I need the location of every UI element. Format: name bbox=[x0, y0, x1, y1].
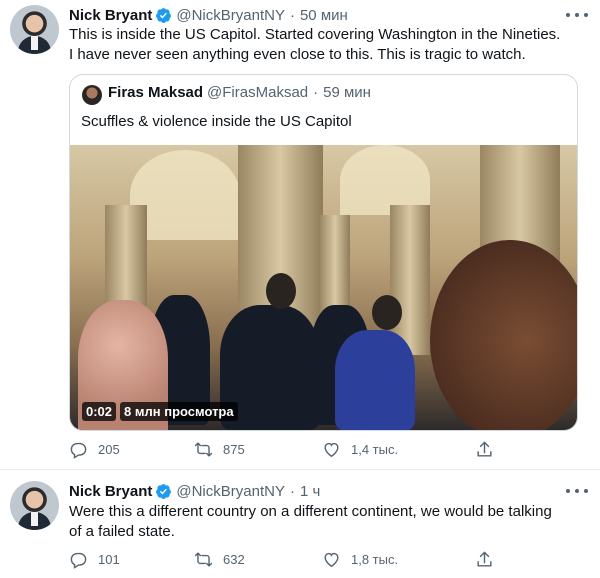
more-options-icon[interactable] bbox=[566, 10, 588, 20]
like-count: 1,8 тыс. bbox=[351, 552, 399, 567]
author-handle[interactable]: @NickBryantNY bbox=[176, 483, 285, 500]
quoted-author-avatar bbox=[82, 85, 102, 105]
like-count: 1,4 тыс. bbox=[351, 442, 399, 457]
tweet-text-line: This is inside the US Capitol. Started c… bbox=[69, 26, 561, 43]
author-name[interactable]: Nick Bryant bbox=[69, 7, 152, 24]
officer-head bbox=[372, 295, 402, 330]
reply-icon bbox=[70, 552, 87, 569]
tweet-header: Nick Bryant @NickBryantNY · 1 ч bbox=[69, 480, 320, 502]
retweet-count: 875 bbox=[223, 442, 245, 457]
reply-button[interactable]: 101 bbox=[69, 550, 120, 569]
author-avatar[interactable] bbox=[10, 481, 59, 530]
verified-badge-icon bbox=[156, 7, 172, 23]
separator-dot: · bbox=[289, 6, 295, 24]
tweet-actions: 101 632 1,8 тыс. bbox=[69, 550, 499, 570]
author-handle[interactable]: @NickBryantNY bbox=[176, 7, 285, 24]
tweet[interactable]: Nick Bryant @NickBryantNY · 1 ч Were thi… bbox=[0, 470, 600, 578]
share-icon bbox=[477, 441, 492, 457]
share-icon bbox=[477, 551, 492, 567]
blurred-foreground-person bbox=[430, 240, 577, 430]
quoted-author-handle: @FirasMaksad bbox=[207, 84, 309, 101]
separator-dot: · bbox=[289, 482, 295, 500]
video-views: 8 млн просмотра bbox=[120, 402, 238, 421]
tweet-text-line: I have never seen anything even close to… bbox=[69, 45, 526, 63]
quoted-tweet-header: Firas Maksad @FirasMaksad · 59 мин bbox=[108, 84, 371, 101]
reply-count: 205 bbox=[98, 442, 120, 457]
like-button[interactable]: 1,8 тыс. bbox=[322, 550, 398, 569]
share-button[interactable] bbox=[475, 440, 494, 459]
tweet-text: Were this a different country on a diffe… bbox=[69, 502, 589, 541]
video-badges: 0:02 8 млн просмотра bbox=[82, 402, 238, 421]
tweet-header: Nick Bryant @NickBryantNY · 50 мин bbox=[69, 4, 348, 26]
share-button[interactable] bbox=[475, 550, 494, 569]
like-button[interactable]: 1,4 тыс. bbox=[322, 440, 398, 459]
tweet[interactable]: Nick Bryant @NickBryantNY · 50 мин This … bbox=[0, 0, 600, 470]
police-officer-figure bbox=[335, 330, 415, 430]
retweet-button[interactable]: 875 bbox=[194, 440, 245, 459]
author-name[interactable]: Nick Bryant bbox=[69, 483, 152, 500]
like-icon bbox=[324, 442, 339, 458]
reply-count: 101 bbox=[98, 552, 120, 567]
video-player[interactable]: 0:02 8 млн просмотра bbox=[70, 145, 577, 430]
retweet-count: 632 bbox=[223, 552, 245, 567]
tweet-timestamp[interactable]: 1 ч bbox=[300, 483, 320, 500]
tweet-text-line: Were this a different country on a diffe… bbox=[69, 503, 552, 520]
like-icon bbox=[324, 552, 339, 568]
retweet-icon bbox=[194, 442, 213, 457]
quoted-tweet-timestamp: 59 мин bbox=[323, 84, 371, 101]
video-duration: 0:02 bbox=[82, 402, 117, 421]
retweet-icon bbox=[194, 552, 213, 567]
quoted-author-name: Firas Maksad bbox=[108, 84, 204, 101]
more-options-icon[interactable] bbox=[566, 486, 588, 496]
tweet-text-line: of a failed state. bbox=[69, 522, 175, 540]
quoted-tweet[interactable]: Firas Maksad @FirasMaksad · 59 мин Scuff… bbox=[69, 74, 578, 431]
author-avatar[interactable] bbox=[10, 5, 59, 54]
tweet-actions: 205 875 1,4 тыс. bbox=[69, 440, 499, 460]
reply-button[interactable]: 205 bbox=[69, 440, 120, 459]
quoted-tweet-text: Scuffles & violence inside the US Capito… bbox=[81, 113, 352, 130]
officer-head bbox=[266, 273, 296, 309]
reply-icon bbox=[70, 442, 87, 459]
retweet-button[interactable]: 632 bbox=[194, 550, 245, 569]
verified-badge-icon bbox=[156, 483, 172, 499]
tweet-text: This is inside the US Capitol. Started c… bbox=[69, 25, 589, 64]
separator-dot: · bbox=[313, 84, 319, 101]
tweet-timestamp[interactable]: 50 мин bbox=[300, 7, 348, 24]
